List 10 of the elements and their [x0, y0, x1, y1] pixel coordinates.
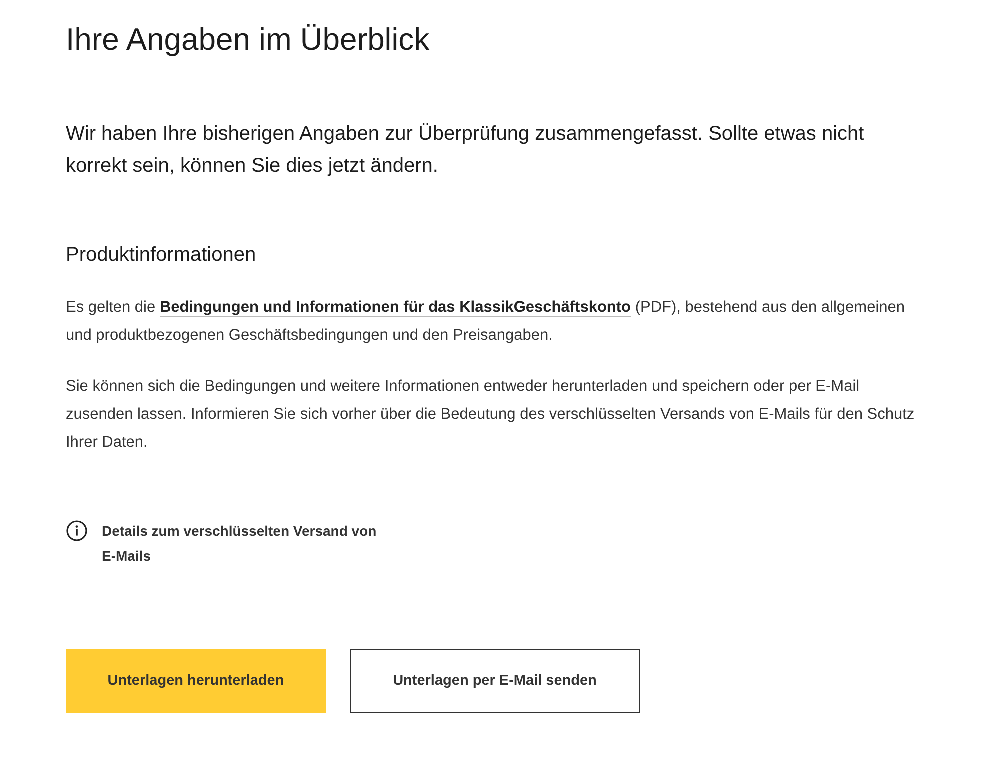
terms-link[interactable]: Bedingungen und Informationen für das KlassikGeschäftskonto	[160, 299, 632, 317]
details-link[interactable]: Details zum verschlüsselten Versand von E-Mails	[102, 519, 392, 569]
info-paragraph: Sie können sich die Bedingungen und weitere Informationen entweder herunterladen und speichern oder per E-Mail zusenden lassen. Informieren Sie sich vorher über die Bedeutung des verschlüsselten Versands von E-Mails für den Schutz Ihrer Daten.	[66, 377, 916, 453]
email-button[interactable]: Unterlagen per E-Mail senden	[350, 649, 640, 713]
download-button[interactable]: Unterlagen herunterladen	[66, 649, 326, 713]
page-title: Ihre Angaben im Überblick	[66, 21, 431, 59]
intro-text: Wir haben Ihre bisherigen Angaben zur Überprüfung zusammengefasst. Sollte etwas nicht korrekt sein, können Sie dies jetzt ändern.	[66, 122, 866, 179]
info-icon	[66, 520, 88, 542]
terms-paragraph: Es gelten die Bedingungen und Informationen für das KlassikGeschäftskonto (PDF), bestehend aus den allgemeinen und produktbezogenen Geschäftsbedingungen und den Preisangaben.	[66, 298, 906, 346]
section-title: Produktinformationen	[66, 243, 258, 268]
